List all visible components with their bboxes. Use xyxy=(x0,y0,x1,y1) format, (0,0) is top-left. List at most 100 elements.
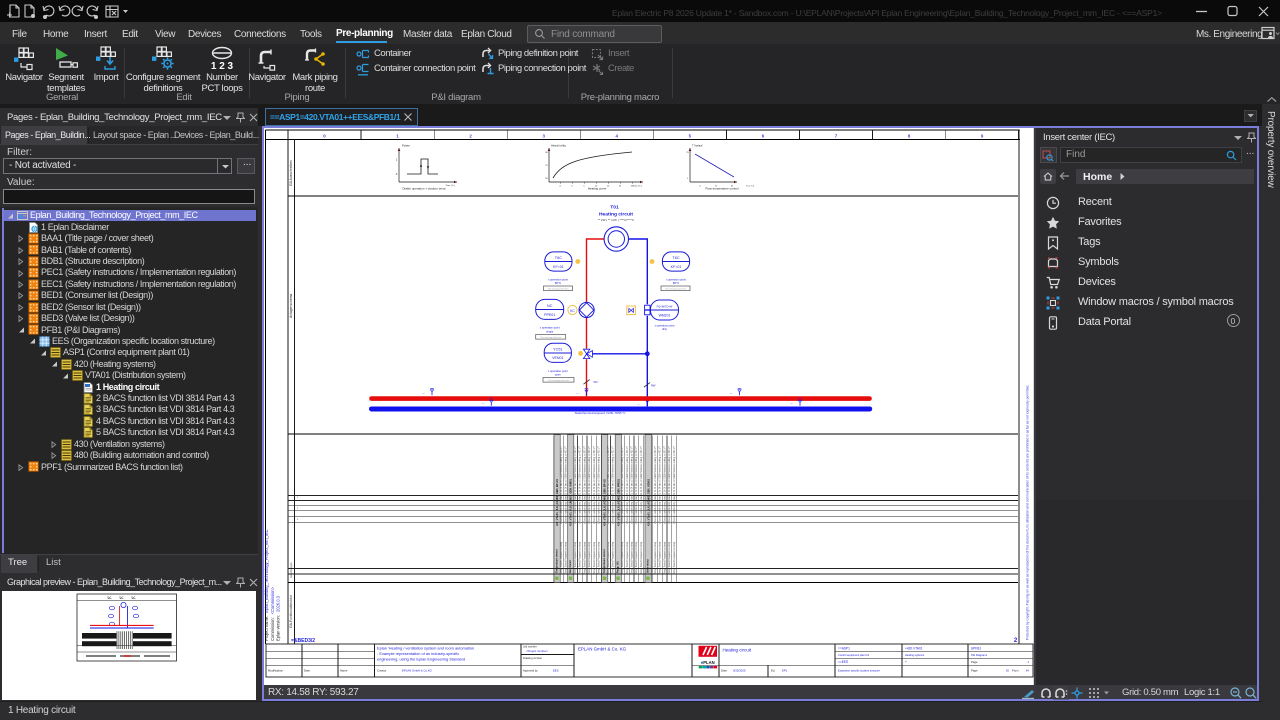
svg-text:Heating systems: Heating systems xyxy=(905,653,925,657)
svg-text:dirty: dirty xyxy=(662,327,668,331)
svg-text:Diablo operation + outdoor tem: Diablo operation + outdoor temp xyxy=(403,187,446,191)
svg-text:Temp. Select Frequent xxx temp: Temp. Select Frequent xxx temp xyxy=(588,541,591,574)
svg-text:engineering, using the Eplan E: engineering, using the Eplan Engineering… xyxy=(377,656,465,661)
svg-text:NC: NC xyxy=(547,304,553,308)
svg-text:x Sensor outside temp value 01: x Sensor outside temp value 01 AI 04 lat… xyxy=(654,445,657,524)
svg-text:x Sensor outside temp value 01: x Sensor outside temp value 01 AI 04 lat… xyxy=(574,445,577,524)
svg-text:Date: Date xyxy=(304,669,310,673)
svg-text:Heating circuit: Heating circuit xyxy=(599,212,633,218)
svg-text:x operation point: x operation point xyxy=(548,277,568,281)
svg-text:Job number: Job number xyxy=(523,645,537,649)
svg-text:Temp. Select Frequent xxx temp: Temp. Select Frequent xxx temp xyxy=(640,541,643,574)
svg-text:Ed.: Ed. xyxy=(771,669,775,673)
svg-text:x Sensor outside temp value 01: x Sensor outside temp value 01 AI 04 lat… xyxy=(663,445,666,524)
svg-text:Control equipment plant 01: Control equipment plant 01 xyxy=(838,653,870,657)
svg-text:single: single xyxy=(546,329,554,333)
svg-text:EPLAN GmbH & Co. KG: EPLAN GmbH & Co. KG xyxy=(578,647,627,652)
svg-text:T01: T01 xyxy=(610,205,619,211)
svg-text:Temp. Select Frequent xxx temp: Temp. Select Frequent xxx temp xyxy=(635,541,638,574)
svg-text:VEN01: VEN01 xyxy=(552,356,563,360)
svg-text:- Example representation of an: - Example representation of an industry-… xyxy=(377,651,459,656)
svg-text:420_VTA01_2LK_AGM01_GEN_VEN01: 420_VTA01_2LK_AGM01_GEN_VEN01 xyxy=(646,478,650,526)
svg-text:WV: WV xyxy=(594,380,599,384)
svg-text:Temp. Select Frequent xxx temp: Temp. Select Frequent xxx temp xyxy=(659,541,662,574)
svg-text:The message from tem: The message from tem xyxy=(548,379,569,382)
svg-text:Date: Date xyxy=(721,669,727,673)
svg-text:Temp. Select Frequent xxx temp: Temp. Select Frequent xxx temp xyxy=(560,541,563,574)
svg-text:x Sensor outside temp value 01: x Sensor outside temp value 01 AI 04 lat… xyxy=(673,445,676,524)
svg-text:420_VTA01_2LK_AGM01_GEN_PPE01: 420_VTA01_2LK_AGM01_GEN_PPE01 xyxy=(616,478,620,526)
svg-text:Modification: Modification xyxy=(268,669,283,673)
svg-text:Temp. Select Frequent xxx temp: Temp. Select Frequent xxx temp xyxy=(583,541,586,574)
svg-text:Expansion specific location st: Expansion specific location structure xyxy=(838,669,881,673)
svg-text:Eplan 'Heating / ventilation s: Eplan 'Heating / ventilation system and … xyxy=(377,646,474,651)
svg-text:The message from tem: The message from tem xyxy=(665,287,686,290)
svg-text:EES: EES xyxy=(553,669,559,673)
svg-text:Creator: Creator xyxy=(377,669,386,673)
svg-text:x Sensor outside temp value 01: x Sensor outside temp value 01 AI 04 lat… xyxy=(583,445,586,524)
svg-text:Temp. Select Frequent xxx temp: Temp. Select Frequent xxx temp xyxy=(621,541,624,574)
svg-text:&PFB1: &PFB1 xyxy=(971,646,981,650)
svg-text:Name: Name xyxy=(340,669,348,673)
svg-text:x Sensor outside temp value 01: x Sensor outside temp value 01 AI 04 lat… xyxy=(640,445,643,524)
svg-text:P&I Diagrams: P&I Diagrams xyxy=(971,653,988,657)
svg-text:x Sensor outside temp value 01: x Sensor outside temp value 01 AI 04 lat… xyxy=(626,445,629,524)
svg-text:x Sensor outside temp value 01: x Sensor outside temp value 01 AI 04 lat… xyxy=(630,445,633,524)
svg-text:x Sensor outside temp value 01: x Sensor outside temp value 01 AI 04 lat… xyxy=(659,445,662,524)
svg-text:Time [ h ]: Time [ h ] xyxy=(445,185,454,187)
svg-text:BF*U: BF*U xyxy=(555,281,561,285)
svg-text:Page: Page xyxy=(971,669,978,673)
svg-text:KF=01: KF=01 xyxy=(671,265,682,269)
svg-text:Ta [ °C ]: Ta [ °C ] xyxy=(746,186,754,188)
svg-text:Time [ h ]: Time [ h ] xyxy=(632,186,641,188)
svg-text:Temperature sensor: Temperature sensor xyxy=(603,549,606,573)
svg-text:Page: Page xyxy=(971,660,978,664)
svg-text:Temp. Select Frequent xxx temp: Temp. Select Frequent xxx temp xyxy=(593,541,596,574)
svg-text:Temperature sensor: Temperature sensor xyxy=(556,549,559,573)
svg-text:Temp. Select Frequent xxx temp: Temp. Select Frequent xxx temp xyxy=(663,541,666,574)
svg-text:+420.VTA01: +420.VTA01 xyxy=(905,646,923,650)
svg-text:Heat meter: Heat meter xyxy=(569,560,572,573)
svg-text:T6C: T6C xyxy=(555,256,562,260)
svg-text:The message from tem: The message from tem xyxy=(548,287,569,290)
svg-text:x Sensor outside temp value 01: x Sensor outside temp value 01 AI 04 lat… xyxy=(668,445,671,524)
svg-text:x Sensor outside temp value 01: x Sensor outside temp value 01 AI 04 lat… xyxy=(560,445,563,524)
svg-text:==ASP1: ==ASP1 xyxy=(838,646,850,650)
svg-text:BF*U: BF*U xyxy=(673,281,679,285)
svg-text:GA Ausschreiben: GA Ausschreiben xyxy=(289,160,293,186)
svg-text:open: open xyxy=(555,374,561,377)
svg-text:Heating circuit: Heating circuit xyxy=(723,648,752,653)
svg-text:Temp. Select Frequent xxx temp: Temp. Select Frequent xxx temp xyxy=(630,541,633,574)
svg-text:** kW | ** m³/h | ***°C/***°C: ** kW | ** m³/h | ***°C/***°C xyxy=(598,218,635,222)
svg-text:Pulses: Pulses xyxy=(402,144,410,148)
svg-text:EPLAN GmbH & Co.KG: EPLAN GmbH & Co.KG xyxy=(402,669,432,673)
svg-text:20: 20 xyxy=(1006,669,1010,673)
svg-text:Heizok kv/tlg: Heizok kv/tlg xyxy=(551,144,566,148)
svg-text:x operation point: x operation point xyxy=(666,277,686,281)
svg-text:Pump_M1: Pump_M1 xyxy=(617,561,620,573)
svg-text:Temp. Select Frequent xxx temp: Temp. Select Frequent xxx temp xyxy=(574,541,577,574)
svg-text:x Sensor outside temp value 01: x Sensor outside temp value 01 AI 04 lat… xyxy=(612,445,615,524)
svg-text:Protected by copyright. Passin: Protected by copyright. Passing on as we… xyxy=(1026,385,1030,640)
svg-text:Temp. Select Frequent xxx temp: Temp. Select Frequent xxx temp xyxy=(668,541,671,574)
svg-text:x Sensor outside temp value 01: x Sensor outside temp value 01 AI 04 lat… xyxy=(635,445,638,524)
svg-text:Eplan version:2026.0.3: Eplan version:2026.0.3 xyxy=(275,595,280,641)
svg-text:64: 64 xyxy=(1026,669,1030,673)
svg-text:x Sensor outside temp value 01: x Sensor outside temp value 01 AI 04 lat… xyxy=(565,445,568,524)
svg-text:YC51: YC51 xyxy=(553,347,563,351)
svg-text:x operation point: x operation point xyxy=(655,323,675,327)
svg-text:420_VTA01_2LK_AGM01_GEN_BP+02: 420_VTA01_2LK_AGM01_GEN_BP+02 xyxy=(603,479,607,526)
svg-text:420_VTA01_FLK_UMW01_GEN_WM01: 420_VTA01_FLK_UMW01_GEN_WM01 xyxy=(569,478,573,526)
svg-text:T6C: T6C xyxy=(672,256,679,260)
svg-text:x Sensor outside temp value 01: x Sensor outside temp value 01 AI 04 lat… xyxy=(621,445,624,524)
svg-text:FQ+W|TD+W: FQ+W|TD+W xyxy=(657,305,673,309)
svg-text:Temp. Select Frequent xxx temp: Temp. Select Frequent xxx temp xyxy=(626,541,629,574)
svg-text:Temp. Select Frequent xxx temp: Temp. Select Frequent xxx temp xyxy=(579,541,582,574)
svg-text:GA-Funktionalstruktur: GA-Funktionalstruktur xyxy=(289,594,293,628)
svg-text:Temp. Select Frequent xxx temp: Temp. Select Frequent xxx temp xyxy=(598,541,601,574)
svg-text:Flow temperature control: Flow temperature control xyxy=(705,187,739,191)
svg-text:The message from tem: The message from tem xyxy=(540,336,561,339)
svg-text:1 2 3: 1 2 3 xyxy=(211,61,234,72)
svg-text:Drawing number: Drawing number xyxy=(523,656,542,660)
svg-text:KF=01: KF=01 xyxy=(553,265,564,269)
